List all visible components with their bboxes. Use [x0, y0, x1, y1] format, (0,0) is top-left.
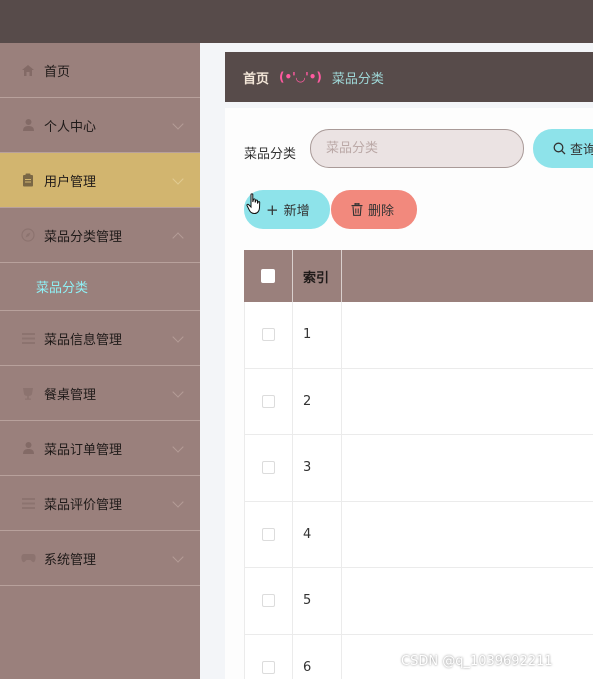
column-header-rest	[342, 250, 593, 302]
sidebar-item-dish-info-management[interactable]: 菜品信息管理	[0, 311, 200, 366]
chevron-down-icon	[172, 551, 184, 563]
chevron-down-icon	[172, 441, 184, 453]
chevron-down-icon	[172, 331, 184, 343]
table-header: 索引	[244, 250, 593, 302]
top-bar	[0, 0, 593, 43]
chevron-down-icon	[172, 386, 184, 398]
sidebar-item-dish-review-management[interactable]: 菜品评价管理	[0, 476, 200, 531]
sidebar-item-label: 菜品信息管理	[44, 332, 123, 348]
sidebar-item-label: 个人中心	[44, 119, 97, 135]
checkbox-box	[262, 594, 275, 608]
row-index: 5	[293, 568, 342, 634]
sidebar: 首页 个人中心 用户管理 菜品分类管理 菜品分类 菜品信息管理 餐桌管理 菜品订…	[0, 43, 200, 679]
content-panel: 菜品分类 查询 + 新增 删除 索引 1	[225, 108, 593, 679]
row-checkbox[interactable]	[244, 302, 293, 368]
row-index: 1	[293, 302, 342, 368]
search-input[interactable]	[310, 129, 524, 168]
sidebar-item-system-management[interactable]: 系统管理	[0, 531, 200, 586]
add-button-label: 新增	[283, 204, 310, 219]
table-row: 2	[244, 368, 593, 435]
sidebar-item-dish-category-management[interactable]: 菜品分类管理	[0, 208, 200, 263]
gamepad-icon	[20, 550, 36, 566]
main-area: 首页 (•'◡'•) 菜品分类 菜品分类 查询 + 新增 删除 索引	[200, 43, 593, 679]
sidebar-item-user-management[interactable]: 用户管理	[0, 153, 200, 208]
sidebar-item-label: 餐桌管理	[44, 387, 97, 403]
row-checkbox[interactable]	[244, 634, 293, 679]
chevron-down-icon	[172, 173, 184, 185]
cup-icon	[20, 385, 36, 401]
table-row: 4	[244, 501, 593, 568]
delete-button[interactable]: 删除	[331, 190, 417, 229]
sidebar-item-label: 菜品订单管理	[44, 442, 123, 458]
query-button[interactable]: 查询	[533, 129, 593, 168]
home-icon	[20, 62, 36, 78]
user-icon	[20, 440, 36, 456]
clipboard-icon	[20, 172, 36, 188]
hand-cursor-icon	[246, 193, 261, 215]
row-checkbox[interactable]	[244, 435, 293, 501]
row-index: 6	[293, 634, 342, 679]
checkbox-box	[262, 461, 275, 475]
chevron-down-icon	[172, 118, 184, 130]
breadcrumb-emoticon: (•'◡'•)	[279, 70, 322, 84]
breadcrumb-current: 菜品分类	[331, 71, 384, 87]
row-cell	[342, 435, 593, 501]
sidebar-item-label: 菜品评价管理	[44, 497, 123, 513]
row-cell	[342, 302, 593, 368]
row-index: 4	[293, 501, 342, 567]
row-checkbox[interactable]	[244, 368, 293, 434]
data-table: 索引 1 2 3 4 5 6	[244, 250, 593, 679]
row-cell	[342, 369, 593, 435]
row-index: 2	[293, 368, 342, 434]
delete-button-label: 删除	[368, 204, 395, 219]
chevron-up-icon	[172, 232, 184, 244]
sidebar-item-home[interactable]: 首页	[0, 43, 200, 98]
row-checkbox[interactable]	[244, 568, 293, 634]
sidebar-item-personal-center[interactable]: 个人中心	[0, 98, 200, 153]
row-checkbox[interactable]	[244, 501, 293, 567]
table-row: 1	[244, 302, 593, 369]
breadcrumb: 首页 (•'◡'•) 菜品分类	[225, 52, 593, 102]
watermark: CSDN @q_1039692211	[401, 654, 553, 669]
checkbox-box	[262, 660, 275, 674]
column-header-index: 索引	[293, 250, 342, 302]
table-row: 5	[244, 568, 593, 635]
sidebar-item-label: 用户管理	[44, 174, 97, 190]
sidebar-item-dish-order-management[interactable]: 菜品订单管理	[0, 421, 200, 476]
checkbox-box	[262, 328, 275, 342]
list-icon	[20, 330, 36, 346]
user-icon	[20, 117, 36, 133]
sidebar-item-label: 菜品分类管理	[44, 229, 123, 245]
submenu-item-dish-category[interactable]: 菜品分类	[0, 263, 200, 311]
query-button-label: 查询	[570, 143, 593, 158]
checkbox-box	[261, 269, 275, 283]
select-all-checkbox[interactable]	[244, 250, 293, 302]
row-cell	[342, 502, 593, 568]
list-icon	[20, 495, 36, 511]
search-label: 菜品分类	[244, 147, 297, 162]
breadcrumb-home[interactable]: 首页	[243, 68, 269, 87]
row-index: 3	[293, 435, 342, 501]
checkbox-box	[262, 394, 275, 408]
row-cell	[342, 568, 593, 634]
sidebar-item-label: 系统管理	[44, 552, 97, 568]
compass-icon	[20, 227, 36, 243]
trash-icon	[351, 203, 363, 216]
table-row: 3	[244, 435, 593, 502]
search-icon	[553, 142, 566, 155]
chevron-down-icon	[172, 496, 184, 508]
sidebar-item-label: 首页	[44, 64, 71, 80]
plus-icon: +	[266, 200, 279, 219]
sidebar-item-table-management[interactable]: 餐桌管理	[0, 366, 200, 421]
checkbox-box	[262, 527, 275, 541]
